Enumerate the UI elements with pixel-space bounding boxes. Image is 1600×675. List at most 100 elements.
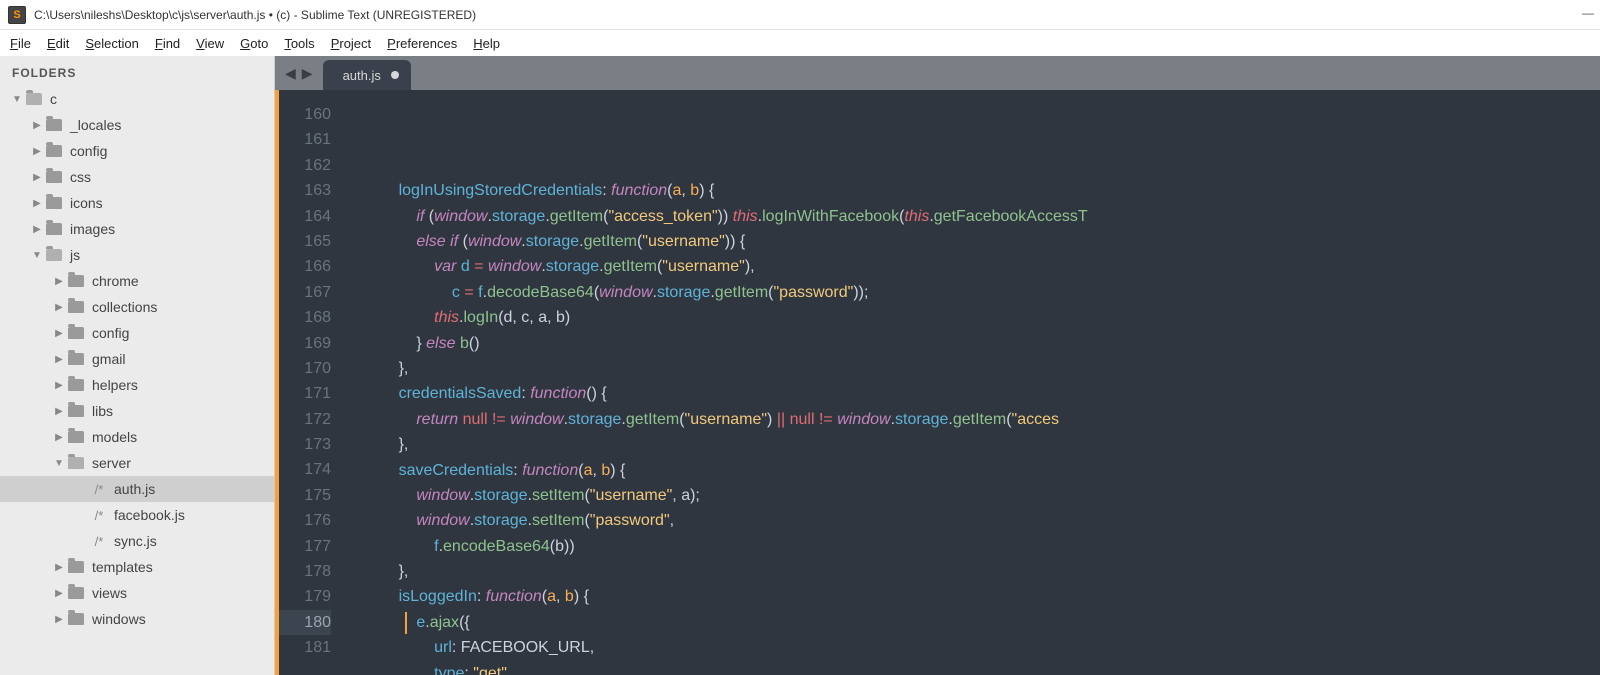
folder-js[interactable]: ▼js bbox=[0, 242, 274, 268]
line-number[interactable]: 171 bbox=[279, 381, 331, 406]
code-line[interactable]: f.encodeBase64(b)) bbox=[363, 534, 1600, 559]
disclosure-icon[interactable]: ▼ bbox=[10, 94, 24, 105]
code-line[interactable]: }, bbox=[363, 559, 1600, 584]
disclosure-icon[interactable]: ▶ bbox=[52, 406, 66, 417]
disclosure-icon[interactable]: ▶ bbox=[30, 146, 44, 157]
menu-find[interactable]: Find bbox=[149, 33, 186, 54]
tree-label: c bbox=[50, 91, 57, 107]
folder-images[interactable]: ▶images bbox=[0, 216, 274, 242]
line-number[interactable]: 174 bbox=[279, 457, 331, 482]
folder-server[interactable]: ▼server bbox=[0, 450, 274, 476]
line-number[interactable]: 176 bbox=[279, 508, 331, 533]
code-line[interactable]: c = f.decodeBase64(window.storage.getIte… bbox=[363, 280, 1600, 305]
code-line[interactable]: isLoggedIn: function(a, b) { bbox=[363, 584, 1600, 609]
code-line[interactable]: saveCredentials: function(a, b) { bbox=[363, 458, 1600, 483]
nav-back-icon[interactable]: ◀ bbox=[285, 65, 296, 82]
line-number[interactable]: 180 bbox=[279, 610, 331, 635]
nav-forward-icon[interactable]: ▶ bbox=[302, 65, 313, 82]
disclosure-icon[interactable]: ▶ bbox=[52, 588, 66, 599]
folder-c[interactable]: ▼c bbox=[0, 86, 274, 112]
menu-file[interactable]: File bbox=[4, 33, 37, 54]
menu-preferences[interactable]: Preferences bbox=[381, 33, 463, 54]
folder-config[interactable]: ▶config bbox=[0, 138, 274, 164]
tree-label: models bbox=[92, 429, 137, 445]
line-number[interactable]: 177 bbox=[279, 534, 331, 559]
folder--locales[interactable]: ▶_locales bbox=[0, 112, 274, 138]
folder-config[interactable]: ▶config bbox=[0, 320, 274, 346]
disclosure-icon[interactable]: ▼ bbox=[52, 458, 66, 469]
line-number[interactable]: 178 bbox=[279, 559, 331, 584]
line-number[interactable]: 172 bbox=[279, 407, 331, 432]
line-number[interactable]: 169 bbox=[279, 331, 331, 356]
line-number[interactable]: 170 bbox=[279, 356, 331, 381]
menu-help[interactable]: Help bbox=[467, 33, 506, 54]
line-number[interactable]: 164 bbox=[279, 204, 331, 229]
disclosure-icon[interactable]: ▶ bbox=[52, 302, 66, 313]
code-line[interactable]: }, bbox=[363, 432, 1600, 457]
folder-templates[interactable]: ▶templates bbox=[0, 554, 274, 580]
folder-helpers[interactable]: ▶helpers bbox=[0, 372, 274, 398]
file-facebook-js[interactable]: /*facebook.js bbox=[0, 502, 274, 528]
file-auth-js[interactable]: /*auth.js bbox=[0, 476, 274, 502]
menu-selection[interactable]: Selection bbox=[79, 33, 144, 54]
line-number-gutter[interactable]: 1601611621631641651661671681691701711721… bbox=[279, 90, 343, 675]
menu-tools[interactable]: Tools bbox=[278, 33, 320, 54]
disclosure-icon[interactable]: ▶ bbox=[52, 328, 66, 339]
disclosure-icon[interactable]: ▶ bbox=[30, 198, 44, 209]
line-number[interactable]: 161 bbox=[279, 127, 331, 152]
code-editor[interactable]: logInUsingStoredCredentials: function(a,… bbox=[343, 90, 1600, 675]
folder-gmail[interactable]: ▶gmail bbox=[0, 346, 274, 372]
line-number[interactable]: 173 bbox=[279, 432, 331, 457]
folder-windows[interactable]: ▶windows bbox=[0, 606, 274, 632]
menu-project[interactable]: Project bbox=[325, 33, 377, 54]
folder-models[interactable]: ▶ models bbox=[0, 424, 274, 450]
disclosure-icon[interactable]: ▶ bbox=[52, 432, 66, 443]
disclosure-icon[interactable]: ▶ bbox=[52, 380, 66, 391]
code-line[interactable]: e.ajax({ bbox=[363, 610, 1600, 635]
disclosure-icon[interactable]: ▶ bbox=[30, 172, 44, 183]
line-number[interactable]: 181 bbox=[279, 635, 331, 660]
code-line[interactable]: } else b() bbox=[363, 331, 1600, 356]
line-number[interactable]: 167 bbox=[279, 280, 331, 305]
code-line[interactable]: credentialsSaved: function() { bbox=[363, 381, 1600, 406]
folder-collections[interactable]: ▶collections bbox=[0, 294, 274, 320]
code-line[interactable]: if (window.storage.getItem("access_token… bbox=[363, 204, 1600, 229]
disclosure-icon[interactable]: ▼ bbox=[30, 250, 44, 261]
folder-views[interactable]: ▶views bbox=[0, 580, 274, 606]
tree-label: libs bbox=[92, 403, 113, 419]
line-number[interactable]: 179 bbox=[279, 584, 331, 609]
disclosure-icon[interactable]: ▶ bbox=[52, 276, 66, 287]
line-number[interactable]: 175 bbox=[279, 483, 331, 508]
line-number[interactable]: 162 bbox=[279, 153, 331, 178]
line-number[interactable]: 168 bbox=[279, 305, 331, 330]
folder-css[interactable]: ▶css bbox=[0, 164, 274, 190]
code-line[interactable]: url: FACEBOOK_URL, bbox=[363, 635, 1600, 660]
line-number[interactable]: 160 bbox=[279, 102, 331, 127]
folder-chrome[interactable]: ▶chrome bbox=[0, 268, 274, 294]
code-line[interactable]: window.storage.setItem("username", a); bbox=[363, 483, 1600, 508]
disclosure-icon[interactable]: ▶ bbox=[30, 224, 44, 235]
file-sync-js[interactable]: /*sync.js bbox=[0, 528, 274, 554]
disclosure-icon[interactable]: ▶ bbox=[52, 562, 66, 573]
line-number[interactable]: 166 bbox=[279, 254, 331, 279]
folder-icons[interactable]: ▶icons bbox=[0, 190, 274, 216]
menu-view[interactable]: View bbox=[190, 33, 230, 54]
disclosure-icon[interactable]: ▶ bbox=[30, 120, 44, 131]
line-number[interactable]: 163 bbox=[279, 178, 331, 203]
menu-edit[interactable]: Edit bbox=[41, 33, 75, 54]
disclosure-icon[interactable]: ▶ bbox=[52, 354, 66, 365]
code-line[interactable]: this.logIn(d, c, a, b) bbox=[363, 305, 1600, 330]
code-line[interactable]: var d = window.storage.getItem("username… bbox=[363, 254, 1600, 279]
code-line[interactable]: type: "get", bbox=[363, 661, 1600, 675]
tab-auth-js[interactable]: auth.js bbox=[323, 60, 411, 90]
code-line[interactable]: logInUsingStoredCredentials: function(a,… bbox=[363, 178, 1600, 203]
code-line[interactable]: }, bbox=[363, 356, 1600, 381]
code-line[interactable]: window.storage.setItem("password", bbox=[363, 508, 1600, 533]
code-line[interactable]: return null != window.storage.getItem("u… bbox=[363, 407, 1600, 432]
disclosure-icon[interactable]: ▶ bbox=[52, 614, 66, 625]
minimize-button[interactable]: — bbox=[1582, 6, 1594, 20]
code-line[interactable]: else if (window.storage.getItem("usernam… bbox=[363, 229, 1600, 254]
menu-goto[interactable]: Goto bbox=[234, 33, 274, 54]
folder-libs[interactable]: ▶ libs bbox=[0, 398, 274, 424]
line-number[interactable]: 165 bbox=[279, 229, 331, 254]
